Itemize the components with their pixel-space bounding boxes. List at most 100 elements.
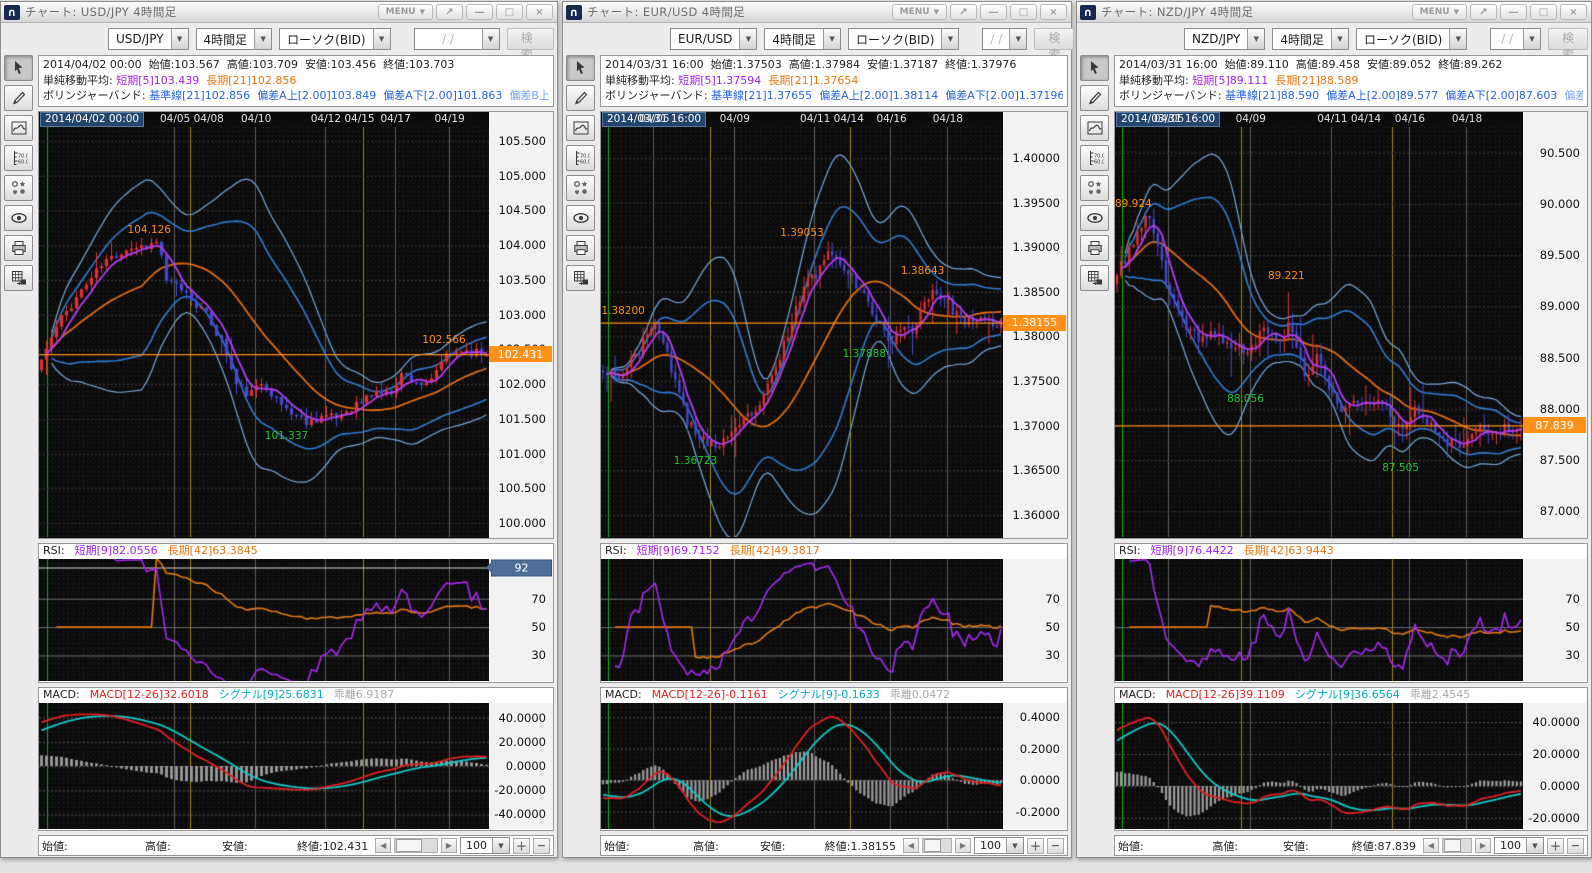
candlestick-chart[interactable]: 2014/04/02 00:0004/05 04/0804/1004/12 04… [38, 111, 554, 539]
chart-scrollbar[interactable] [394, 838, 438, 853]
scrollbar-thumb[interactable] [1444, 839, 1461, 852]
favorites-tool-button[interactable] [4, 175, 33, 201]
macd-panel[interactable]: MACD:MACD[12-26]-0.1161シグナル[9]-0.1633乖離0… [600, 687, 1068, 831]
macd-tick: -20.0000 [1528, 811, 1580, 825]
favorites-tool-button[interactable] [566, 175, 595, 201]
scale-tool-button[interactable]: 70.060.0 [1080, 145, 1109, 171]
price-annotation: 89.924 [1115, 198, 1152, 210]
date-input[interactable]: / /▼ [982, 28, 1027, 50]
scroll-left-button[interactable]: ◀ [1423, 838, 1439, 853]
menu-button[interactable]: MENU▼ [1412, 4, 1467, 20]
menu-button[interactable]: MENU▼ [892, 4, 947, 20]
print-tool-button[interactable] [1080, 235, 1109, 261]
rsi-plot[interactable] [601, 559, 1003, 681]
minimize-button[interactable]: — [466, 4, 493, 20]
rsi-panel[interactable]: RSI:短期[9]69.7152長期[42]49.3817 705030 [600, 543, 1068, 683]
chart-scrollbar[interactable] [1442, 838, 1472, 853]
scale-tool-button[interactable]: 70.060.0 [4, 145, 33, 171]
visibility-tool-button[interactable] [4, 205, 33, 231]
rsi-panel[interactable]: RSI:短期[9]76.4422長期[42]63.9443 705030 [1114, 543, 1588, 683]
menu-button[interactable]: MENU▼ [378, 4, 433, 20]
candlestick-chart[interactable]: 2014/03/31 16:0004/0504/0904/11 04/1404/… [600, 111, 1068, 539]
indicator-chart-tool-button[interactable] [4, 115, 33, 141]
cursor-tool-button[interactable] [1080, 55, 1109, 81]
scroll-right-button[interactable]: ▶ [955, 838, 971, 853]
popout-button[interactable]: ↗ [436, 4, 463, 20]
timeframe-select[interactable]: 4時間足▼ [196, 28, 273, 50]
scroll-right-button[interactable]: ▶ [441, 838, 457, 853]
price-type-select[interactable]: ローソク(BID)▼ [1356, 28, 1467, 50]
zoom-in-button[interactable]: ＋ [1547, 838, 1564, 854]
search-button[interactable]: 検索 [1548, 28, 1588, 50]
zoom-in-button[interactable]: ＋ [513, 838, 530, 854]
close-button[interactable]: × [1040, 4, 1067, 20]
visibility-tool-button[interactable] [1080, 205, 1109, 231]
timeframe-select[interactable]: 4時間足▼ [1272, 28, 1349, 50]
rsi-plot[interactable] [39, 559, 489, 681]
cursor-tool-button[interactable] [566, 55, 595, 81]
macd-plot[interactable] [39, 703, 489, 829]
maximize-button[interactable]: □ [1530, 4, 1557, 20]
close-button[interactable]: × [526, 4, 553, 20]
price-plot[interactable] [39, 127, 489, 537]
draw-tool-button[interactable] [1080, 85, 1109, 111]
scrollbar-thumb[interactable] [924, 839, 941, 852]
rsi-plot[interactable] [1115, 559, 1523, 681]
maximize-button[interactable]: □ [496, 4, 523, 20]
title-bar[interactable]: ∩ チャート: NZD/JPY 4時間足 MENU▼ ↗ — □ × [1077, 2, 1591, 23]
indicator-chart-tool-button[interactable] [566, 115, 595, 141]
pair-select[interactable]: EUR/USD▼ [670, 28, 757, 50]
title-bar[interactable]: ∩ チャート: EUR/USD 4時間足 MENU▼ ↗ — □ × [563, 2, 1071, 23]
search-button[interactable]: 検索 [507, 28, 554, 50]
popout-button[interactable]: ↗ [1470, 4, 1497, 20]
scroll-left-button[interactable]: ◀ [903, 838, 919, 853]
macd-plot[interactable] [601, 703, 1003, 829]
pair-select[interactable]: USD/JPY▼ [108, 28, 189, 50]
zoom-out-button[interactable]: − [1047, 838, 1064, 854]
zoom-out-button[interactable]: − [533, 838, 550, 854]
timeframe-select[interactable]: 4時間足▼ [764, 28, 841, 50]
scroll-right-button[interactable]: ▶ [1475, 838, 1491, 853]
search-button[interactable]: 検索 [1034, 28, 1074, 50]
date-input[interactable]: / /▼ [1490, 28, 1541, 50]
maximize-button[interactable]: □ [1010, 4, 1037, 20]
scrollbar-thumb[interactable] [396, 839, 421, 852]
price-plot[interactable] [1115, 127, 1523, 537]
chart-scrollbar[interactable] [922, 838, 952, 853]
macd-panel[interactable]: MACD:MACD[12-26]32.6018シグナル[9]25.6831乖離6… [38, 687, 554, 831]
price-tick: 88.500 [1540, 351, 1580, 365]
save-layout-tool-button[interactable] [566, 265, 595, 291]
close-button[interactable]: × [1560, 4, 1587, 20]
cursor-tool-button[interactable] [4, 55, 33, 81]
indicator-chart-tool-button[interactable] [1080, 115, 1109, 141]
bars-count-select[interactable]: 100▼ [974, 837, 1024, 854]
minimize-button[interactable]: — [1500, 4, 1527, 20]
visibility-tool-button[interactable] [566, 205, 595, 231]
bars-count-select[interactable]: 100▼ [460, 837, 510, 854]
title-bar[interactable]: ∩ チャート: USD/JPY 4時間足 MENU▼ ↗ — □ × [1, 2, 557, 23]
price-type-select[interactable]: ローソク(BID)▼ [279, 28, 390, 50]
print-tool-button[interactable] [4, 235, 33, 261]
price-plot[interactable] [601, 127, 1003, 537]
scale-tool-button[interactable]: 70.060.0 [566, 145, 595, 171]
print-tool-button[interactable] [566, 235, 595, 261]
favorites-tool-button[interactable] [1080, 175, 1109, 201]
draw-tool-button[interactable] [566, 85, 595, 111]
date-input[interactable]: / /▼ [414, 28, 500, 50]
zoom-in-button[interactable]: ＋ [1027, 838, 1044, 854]
macd-panel[interactable]: MACD:MACD[12-26]39.1109シグナル[9]36.6564乖離2… [1114, 687, 1588, 831]
save-layout-tool-button[interactable] [4, 265, 33, 291]
candlestick-chart[interactable]: 2014/03/31 16:0004/0504/0904/11 04/1404/… [1114, 111, 1588, 539]
scroll-left-button[interactable]: ◀ [375, 838, 391, 853]
rsi-panel[interactable]: RSI:短期[9]82.0556長期[42]63.3845 70503092 [38, 543, 554, 683]
draw-tool-button[interactable] [4, 85, 33, 111]
rsi-tick: 50 [531, 620, 546, 634]
bars-count-select[interactable]: 100▼ [1494, 837, 1544, 854]
macd-plot[interactable] [1115, 703, 1523, 829]
popout-button[interactable]: ↗ [950, 4, 977, 20]
zoom-out-button[interactable]: − [1567, 838, 1584, 854]
pair-select[interactable]: NZD/JPY▼ [1184, 28, 1265, 50]
save-layout-tool-button[interactable] [1080, 265, 1109, 291]
price-type-select[interactable]: ローソク(BID)▼ [848, 28, 959, 50]
minimize-button[interactable]: — [980, 4, 1007, 20]
